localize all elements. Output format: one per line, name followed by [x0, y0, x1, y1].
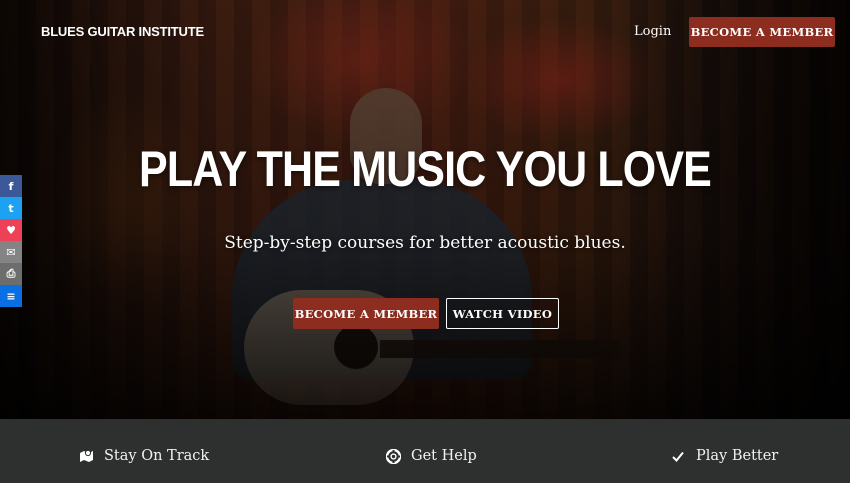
feature-label: Play Better: [696, 448, 779, 464]
features-bar: Stay On Track Get Help Play Better: [0, 419, 850, 483]
pocket-share-button[interactable]: ♥: [0, 219, 22, 241]
pocket-icon: ♥: [6, 223, 16, 237]
feature-label: Get Help: [411, 448, 477, 464]
twitter-icon: t: [8, 201, 14, 215]
facebook-share-button[interactable]: f: [0, 175, 22, 197]
print-button[interactable]: ⎙: [0, 263, 22, 285]
twitter-share-button[interactable]: t: [0, 197, 22, 219]
site-logo[interactable]: BLUES GUITAR INSTITUTE: [41, 22, 204, 42]
map-icon: [78, 448, 94, 464]
sumo-icon: ≡: [6, 289, 16, 303]
email-share-button[interactable]: ✉: [0, 241, 22, 263]
feature-label: Stay On Track: [104, 448, 210, 464]
watch-video-button[interactable]: WATCH VIDEO: [446, 298, 559, 329]
print-icon: ⎙: [6, 267, 16, 280]
feature-stay-on-track: Stay On Track: [78, 447, 209, 465]
email-icon: ✉: [6, 245, 16, 259]
hero-headline: PLAY THE MUSIC YOU LOVE: [138, 141, 712, 197]
hero-become-member-button[interactable]: BECOME A MEMBER: [293, 298, 439, 329]
facebook-icon: f: [8, 179, 14, 193]
check-icon: [670, 448, 686, 464]
login-link[interactable]: Login: [634, 22, 671, 42]
feature-get-help: Get Help: [385, 447, 477, 465]
social-share-bar: f t ♥ ✉ ⎙ ≡: [0, 175, 22, 307]
feature-play-better: Play Better: [670, 447, 778, 465]
sumo-share-button[interactable]: ≡: [0, 285, 22, 307]
support-icon: [385, 448, 401, 464]
hero-section: BLUES GUITAR INSTITUTE Login BECOME A ME…: [0, 0, 850, 419]
hero-subheadline: Step-by-step courses for better acoustic…: [224, 233, 626, 253]
hero-overlay: [0, 0, 850, 419]
header-become-member-button[interactable]: BECOME A MEMBER: [689, 17, 835, 47]
